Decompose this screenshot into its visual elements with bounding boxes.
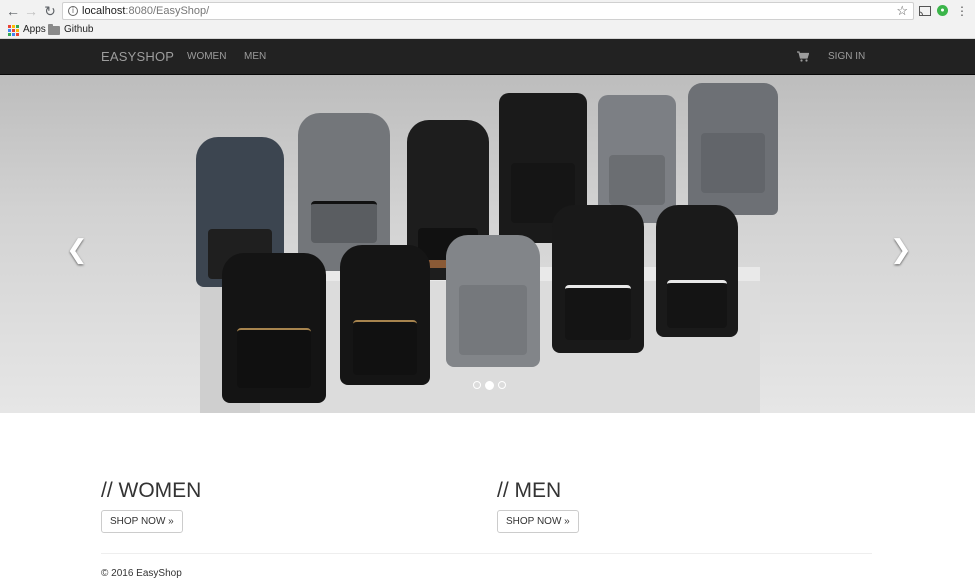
url-text[interactable]: localhost:8080/EasyShop/ [82,5,209,18]
kebab-menu-icon[interactable]: ⋮ [954,3,970,19]
brand-logo[interactable]: EASYSHOP [101,48,174,65]
backpack-image [340,245,430,385]
green-extension-icon[interactable]: ● [937,5,948,16]
star-icon[interactable]: ☆ [896,3,908,19]
footer-copyright: © 2016 EasyShop [101,568,182,579]
chevron-right-icon[interactable]: ❯ [890,235,912,265]
chevron-left-icon[interactable]: ❮ [66,235,88,265]
backpack-image [552,205,644,353]
back-arrow-icon[interactable]: ← [4,2,22,20]
hero-carousel[interactable]: ❮ ❯ [0,75,975,413]
nav-link-men[interactable]: MEN [244,50,266,64]
address-bar-row: ← → ↻ i localhost:8080/EasyShop/ ☆ ● ⋮ [0,0,975,22]
bookmarks-bar: Apps Github [0,22,975,39]
carousel-indicator-active[interactable] [485,380,494,390]
shop-now-women-button[interactable]: SHOP NOW » [101,510,183,533]
carousel-indicator[interactable] [473,381,481,389]
bookmark-apps-label: Apps [23,24,46,35]
folder-icon [48,23,60,35]
bookmark-github[interactable]: Github [48,23,93,37]
reload-icon[interactable]: ↻ [41,2,59,20]
info-icon[interactable]: i [68,6,78,16]
carousel-indicator[interactable] [498,381,506,389]
site-navbar: EASYSHOP WOMEN MEN SIGN IN [0,39,975,75]
women-heading: // WOMEN [101,479,202,502]
apps-grid-icon [8,24,19,36]
cart-icon[interactable] [797,51,809,62]
men-heading: // MEN [497,479,562,502]
bookmark-apps[interactable]: Apps [8,23,46,37]
men-section: // MEN SHOP NOW » [497,479,579,533]
women-section: // WOMEN SHOP NOW » [101,479,202,533]
url-path: :8080/EasyShop/ [125,5,210,17]
cast-icon[interactable] [917,3,933,19]
backpack-image [656,205,738,337]
browser-chrome: ← → ↻ i localhost:8080/EasyShop/ ☆ ● ⋮ A… [0,0,975,39]
nav-link-women[interactable]: WOMEN [187,50,226,64]
carousel-indicators [473,380,506,390]
backpack-image [222,253,326,403]
url-input[interactable]: i localhost:8080/EasyShop/ ☆ [62,2,914,20]
bookmark-github-label: Github [64,24,94,35]
url-host: localhost [82,5,126,17]
shop-now-men-button[interactable]: SHOP NOW » [497,510,579,533]
sign-in-link[interactable]: SIGN IN [828,50,865,64]
backpack-image [446,235,540,367]
backpack-image [598,95,676,223]
forward-arrow-icon[interactable]: → [22,2,40,20]
footer-divider [101,553,872,554]
